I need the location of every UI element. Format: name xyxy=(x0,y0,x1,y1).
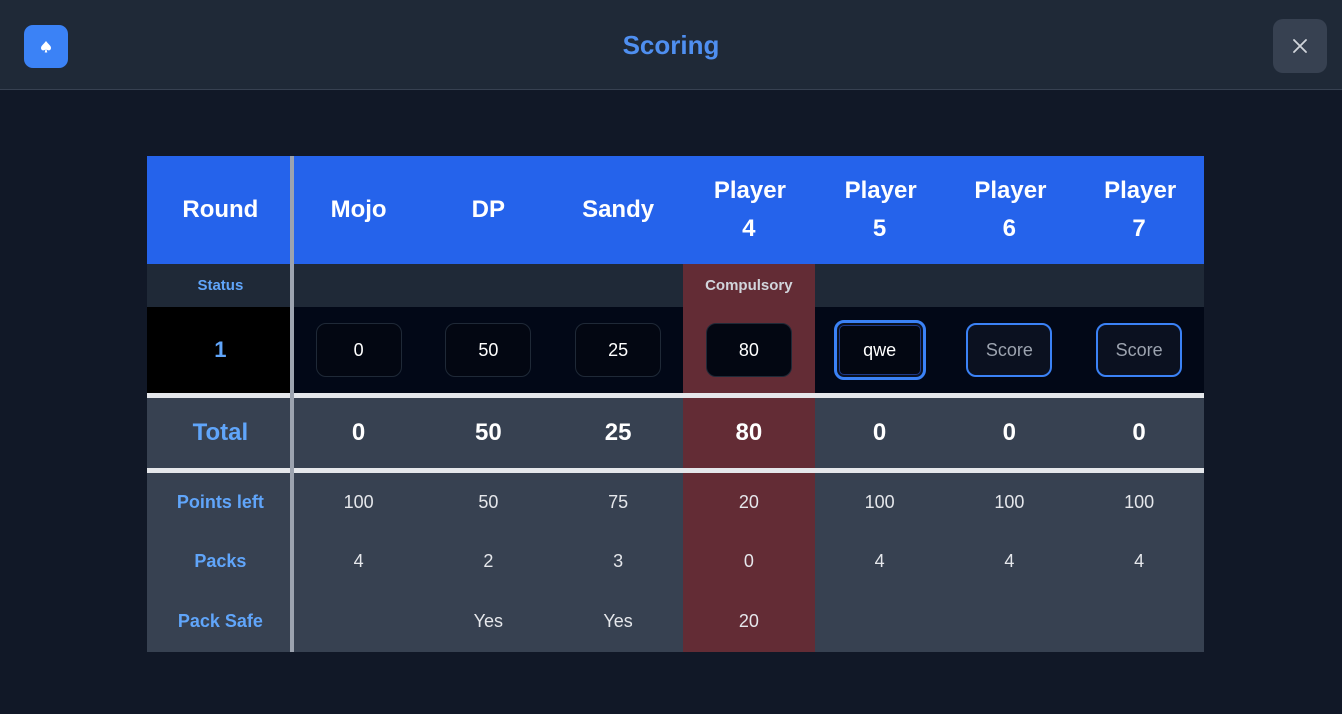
pack-safe-value xyxy=(294,591,424,652)
points-left-row: Points left 100 50 75 20 100 100 100 xyxy=(147,473,1204,532)
player-header: Player 4 xyxy=(683,156,815,264)
status-cell xyxy=(944,264,1074,307)
column-separator xyxy=(290,156,294,652)
points-left-value: 100 xyxy=(343,492,374,512)
score-input[interactable] xyxy=(445,323,532,377)
packs-value: 2 xyxy=(483,551,494,571)
packs-value: 4 xyxy=(1004,551,1015,571)
total-value: 0 xyxy=(1132,419,1146,446)
status-cell xyxy=(553,264,683,307)
total-label: Total xyxy=(192,419,249,446)
total-value: 0 xyxy=(872,419,887,446)
close-button[interactable] xyxy=(1273,19,1327,73)
status-cell xyxy=(294,264,424,307)
score-cell xyxy=(294,307,424,393)
player-name: Player 7 xyxy=(1104,177,1177,242)
points-left-value: 50 xyxy=(478,492,499,512)
score-input[interactable] xyxy=(966,323,1053,377)
score-input[interactable] xyxy=(705,323,792,377)
points-left-label: Points left xyxy=(176,492,264,512)
total-row: Total 0 50 25 80 0 0 0 xyxy=(147,398,1204,468)
player-name: Player 6 xyxy=(974,177,1047,242)
points-left-value: 20 xyxy=(682,473,815,532)
player-name: Player 4 xyxy=(713,177,786,242)
pack-safe-value: Yes xyxy=(603,611,633,631)
pack-safe-value xyxy=(944,591,1074,652)
player-header: Mojo xyxy=(330,196,387,223)
score-input[interactable] xyxy=(1096,323,1183,377)
score-cell xyxy=(815,307,945,393)
score-input[interactable] xyxy=(575,323,662,377)
packs-value: 0 xyxy=(682,532,815,591)
top-bar: Scoring xyxy=(0,0,1342,90)
pack-safe-value: Yes xyxy=(473,611,504,631)
spade-icon[interactable] xyxy=(24,25,68,68)
score-cell xyxy=(553,307,683,393)
status-row: Status Compulsory xyxy=(147,264,1204,307)
header-row: Round Mojo DP Sandy Player 4 Player 5 Pl… xyxy=(147,156,1204,264)
packs-label: Packs xyxy=(194,551,247,571)
player-name: Player 5 xyxy=(844,177,917,242)
round-number: 1 xyxy=(147,307,294,393)
total-value: 0 xyxy=(351,419,366,446)
points-left-value: 75 xyxy=(608,492,629,512)
total-value: 0 xyxy=(1002,419,1017,446)
total-value: 50 xyxy=(474,419,502,446)
status-cell xyxy=(1074,264,1204,307)
status-cell xyxy=(815,264,945,307)
score-cell xyxy=(423,307,553,393)
points-left-value: 100 xyxy=(1124,492,1155,512)
pack-safe-value xyxy=(1074,591,1204,652)
status-label: Status xyxy=(197,277,244,294)
packs-value: 3 xyxy=(613,551,624,571)
packs-value: 4 xyxy=(353,551,364,571)
close-icon xyxy=(1293,39,1307,53)
packs-row: Packs 4 2 3 0 4 4 4 xyxy=(147,532,1204,591)
points-left-value: 100 xyxy=(864,492,895,512)
pack-safe-label: Pack Safe xyxy=(177,611,263,631)
score-cell xyxy=(944,307,1074,393)
scoring-table: Round Mojo DP Sandy Player 4 Player 5 Pl… xyxy=(147,156,1204,652)
status-badge: Compulsory xyxy=(682,264,815,307)
player-header: Player 6 xyxy=(944,156,1074,264)
score-input-focused[interactable] xyxy=(833,320,926,380)
score-cell xyxy=(1074,307,1204,393)
status-cell xyxy=(423,264,553,307)
packs-value: 4 xyxy=(1134,551,1145,571)
player-header: Sandy xyxy=(582,196,655,223)
pack-safe-value: 20 xyxy=(682,591,815,652)
round-row: 1 xyxy=(147,307,1204,393)
total-value: 25 xyxy=(604,419,632,446)
total-value: 80 xyxy=(682,398,815,468)
points-left-value: 100 xyxy=(994,492,1025,512)
score-input[interactable] xyxy=(315,323,402,377)
player-header: DP xyxy=(471,196,506,223)
player-header: Player 7 xyxy=(1074,156,1204,264)
player-header: Player 5 xyxy=(815,156,945,264)
pack-safe-value xyxy=(815,591,945,652)
pack-safe-row: Pack Safe Yes Yes 20 xyxy=(147,591,1204,652)
page-title: Scoring xyxy=(622,29,720,60)
round-header: Round xyxy=(182,196,259,223)
score-cell xyxy=(682,307,815,393)
packs-value: 4 xyxy=(874,551,885,571)
